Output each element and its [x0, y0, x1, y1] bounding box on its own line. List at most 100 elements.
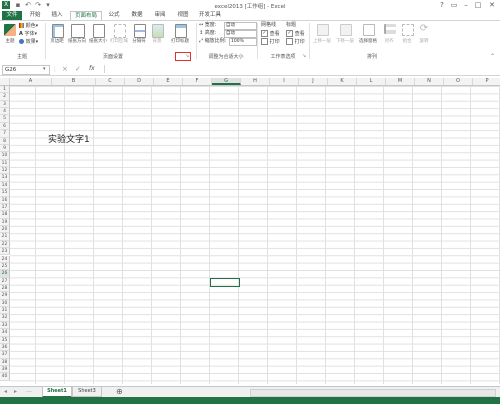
row-header-4[interactable]: 4	[0, 108, 10, 116]
selected-cell-G26[interactable]	[210, 278, 240, 287]
row-header-5[interactable]: 5	[0, 115, 10, 123]
collapse-ribbon-icon[interactable]: ⌃	[490, 53, 495, 60]
insert-function-button[interactable]: fx	[89, 65, 95, 72]
row-header-20[interactable]: 20	[0, 226, 10, 234]
sheet-more-icon[interactable]: …	[26, 387, 32, 394]
row-header-30[interactable]: 30	[0, 299, 10, 308]
column-header-g[interactable]: G	[212, 78, 241, 85]
row-header-12[interactable]: 12	[0, 167, 10, 175]
row-header-29[interactable]: 29	[0, 292, 10, 300]
row-header-25[interactable]: 25	[0, 262, 10, 271]
formula-input[interactable]	[104, 65, 499, 73]
row-header-39[interactable]: 39	[0, 366, 10, 374]
column-header-m[interactable]: M	[386, 78, 415, 85]
row-header-19[interactable]: 19	[0, 218, 10, 227]
row-header-21[interactable]: 21	[0, 233, 10, 241]
row-header-24[interactable]: 24	[0, 255, 10, 263]
column-header-k[interactable]: K	[328, 78, 357, 85]
close-icon[interactable]: ✕	[486, 1, 498, 10]
row-header-33[interactable]: 33	[0, 321, 10, 330]
column-header-j[interactable]: J	[299, 78, 328, 85]
row-header-17[interactable]: 17	[0, 203, 10, 212]
margins-button[interactable]: 页边距	[48, 23, 66, 51]
name-box-dropdown-icon[interactable]: ▾	[43, 66, 46, 72]
tab-data[interactable]: 数据	[127, 11, 147, 20]
cell-area[interactable]	[10, 86, 500, 384]
rotate-button[interactable]: ⟳ 旋转	[416, 23, 432, 51]
row-header-1[interactable]: 1	[0, 86, 10, 94]
row-header-40[interactable]: 40	[0, 373, 10, 381]
bring-forward-button[interactable]: 上移一层	[311, 23, 333, 51]
row-header-8[interactable]: 8	[0, 137, 10, 145]
width-dropdown[interactable]: 自动	[224, 22, 257, 30]
row-header-22[interactable]: 22	[0, 240, 10, 249]
row-header-27[interactable]: 27	[0, 277, 10, 285]
column-header-n[interactable]: N	[415, 78, 444, 85]
column-header-d[interactable]: D	[125, 78, 154, 85]
row-header-37[interactable]: 37	[0, 351, 10, 359]
tab-developer[interactable]: 开发工具	[196, 11, 224, 20]
print-area-button[interactable]: 打印区域	[109, 23, 129, 51]
theme-fonts-button[interactable]: A 字体▾	[19, 31, 37, 38]
column-header-b[interactable]: B	[52, 78, 96, 85]
headings-print-checkbox[interactable]: 打印	[286, 38, 305, 46]
row-header-23[interactable]: 23	[0, 248, 10, 256]
column-header-e[interactable]: E	[154, 78, 183, 85]
column-header-c[interactable]: C	[96, 78, 125, 85]
row-header-2[interactable]: 2	[0, 93, 10, 101]
headings-view-checkbox[interactable]: ✓ 查看	[286, 30, 305, 38]
breaks-button[interactable]: 分隔符	[130, 23, 148, 51]
row-header-14[interactable]: 14	[0, 181, 10, 190]
send-backward-button[interactable]: 下移一层	[334, 23, 356, 51]
column-header-p[interactable]: P	[473, 78, 500, 85]
row-header-26[interactable]: 26	[0, 270, 10, 278]
print-titles-button[interactable]: 打印标题	[168, 23, 192, 51]
tab-home[interactable]: 开始	[25, 11, 45, 20]
row-header-10[interactable]: 10	[0, 152, 10, 160]
row-header-36[interactable]: 36	[0, 343, 10, 352]
row-header-31[interactable]: 31	[0, 307, 10, 315]
column-header-i[interactable]: I	[270, 78, 299, 85]
row-header-32[interactable]: 32	[0, 314, 10, 322]
sheet-scroll-left-icon[interactable]: ◂	[4, 388, 7, 395]
cancel-icon[interactable]: ×	[62, 65, 68, 73]
background-button[interactable]: 背景	[149, 23, 165, 51]
align-button[interactable]: 对齐	[380, 23, 398, 51]
orientation-button[interactable]: 纸张方向	[67, 23, 87, 51]
column-header-h[interactable]: H	[241, 78, 270, 85]
theme-effects-button[interactable]: 效果▾	[19, 39, 38, 46]
gridlines-view-checkbox[interactable]: ✓ 查看	[261, 30, 280, 38]
group-button[interactable]: 组合	[399, 23, 415, 51]
column-header-a[interactable]: A	[10, 78, 52, 85]
column-header-o[interactable]: O	[444, 78, 473, 85]
row-header-7[interactable]: 7	[0, 130, 10, 138]
tab-page-layout[interactable]: 页面布局	[70, 11, 102, 20]
enter-icon[interactable]: ✓	[75, 65, 81, 73]
theme-colors-button[interactable]: 颜色▾	[19, 23, 38, 30]
row-header-15[interactable]: 15	[0, 189, 10, 197]
scale-spinner[interactable]: 100%	[229, 38, 257, 46]
tab-file[interactable]: 文件	[2, 11, 22, 20]
selection-pane-button[interactable]: 选择窗格	[357, 23, 379, 51]
select-all-corner[interactable]	[0, 78, 10, 85]
row-header-18[interactable]: 18	[0, 211, 10, 219]
row-header-9[interactable]: 9	[0, 144, 10, 153]
size-button[interactable]: 纸张大小	[88, 23, 108, 51]
restore-icon[interactable]: □	[472, 1, 484, 10]
cell-B7[interactable]: 实验文字1	[48, 132, 90, 145]
tab-insert[interactable]: 插入	[47, 11, 67, 20]
column-header-l[interactable]: L	[357, 78, 386, 85]
row-header-34[interactable]: 34	[0, 329, 10, 337]
page-setup-launcher-icon[interactable]: ↘	[185, 53, 189, 59]
sheet-tab-sheet3[interactable]: Sheet3	[72, 387, 102, 397]
sheet-scroll-right-icon[interactable]: ▸	[14, 388, 17, 395]
column-header-f[interactable]: F	[183, 78, 212, 85]
new-sheet-icon[interactable]: ⊕	[116, 387, 123, 396]
gridlines-print-checkbox[interactable]: 打印	[261, 38, 280, 46]
horizontal-scrollbar[interactable]	[250, 389, 496, 397]
themes-button[interactable]: 主题	[2, 23, 18, 51]
row-header-35[interactable]: 35	[0, 336, 10, 344]
tab-view[interactable]: 视图	[173, 11, 193, 20]
row-header-13[interactable]: 13	[0, 174, 10, 182]
ribbon-display-icon[interactable]: ▭	[448, 1, 460, 10]
